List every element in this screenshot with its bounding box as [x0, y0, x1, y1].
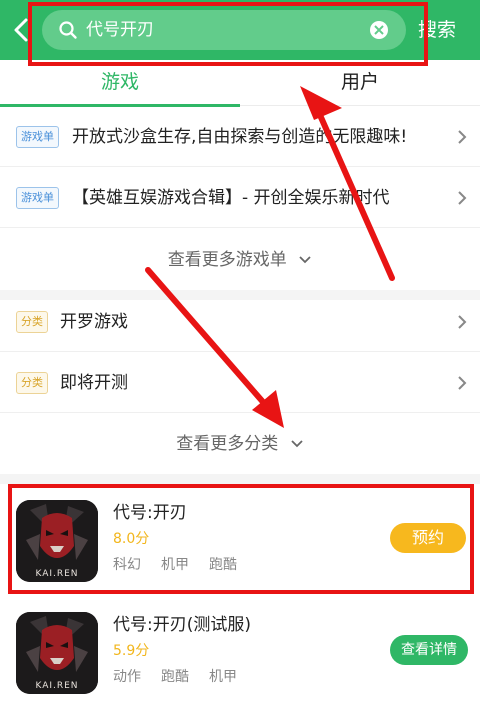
- more-categories-label: 查看更多分类: [176, 434, 279, 454]
- game-icon-wordmark: KAI.REN: [35, 569, 78, 579]
- game-tag: 跑酷: [161, 669, 189, 685]
- category-title: 即将开测: [60, 373, 128, 393]
- chevron-right-icon: [458, 315, 467, 329]
- game-tag: 动作: [113, 669, 141, 685]
- game-item[interactable]: KAI.REN 代号:开刃(测试服) 5.9分 动作 跑酷 机甲 查看详情: [0, 596, 480, 706]
- tab-users[interactable]: 用户: [240, 60, 480, 106]
- game-tag: 机甲: [161, 557, 189, 573]
- game-score: 5.9分: [113, 643, 150, 659]
- chevron-right-icon: [458, 130, 467, 144]
- search-icon: [59, 21, 77, 39]
- view-details-button[interactable]: 查看详情: [390, 635, 468, 665]
- top-bar: 代号开刃 搜索: [0, 0, 480, 60]
- playlist-item[interactable]: 游戏单 开放式沙盒生存,自由探索与创造的无限趣味!: [0, 107, 480, 167]
- playlist-title: 开放式沙盒生存,自由探索与创造的无限趣味!: [72, 127, 408, 147]
- game-tag: 科幻: [113, 557, 141, 573]
- reserve-button[interactable]: 预约: [390, 523, 466, 553]
- search-query: 代号开刃: [86, 20, 154, 40]
- category-item[interactable]: 分类 开罗游戏: [0, 292, 480, 352]
- search-button[interactable]: 搜索: [418, 0, 456, 60]
- chevron-down-icon: [299, 256, 311, 264]
- more-playlists-label: 查看更多游戏单: [167, 250, 287, 270]
- category-tag: 分类: [16, 372, 48, 394]
- clear-icon[interactable]: [370, 21, 388, 39]
- game-tags: 动作 跑酷 机甲: [113, 666, 257, 686]
- game-score: 8.0分: [113, 531, 150, 547]
- search-input[interactable]: 代号开刃: [42, 10, 406, 50]
- category-item[interactable]: 分类 即将开测: [0, 353, 480, 413]
- chevron-down-icon: [291, 440, 303, 448]
- game-item[interactable]: KAI.REN 代号:开刃 8.0分 科幻 机甲 跑酷 预约: [0, 484, 480, 594]
- game-name: 代号:开刃(测试服): [113, 615, 251, 635]
- game-tags: 科幻 机甲 跑酷: [113, 554, 257, 574]
- category-title: 开罗游戏: [60, 312, 128, 332]
- playlist-tag: 游戏单: [16, 126, 59, 148]
- game-icon-wordmark: KAI.REN: [35, 681, 78, 691]
- category-tag: 分类: [16, 311, 48, 333]
- playlist-title: 【英雄互娱游戏合辑】- 开创全娱乐新时代: [72, 188, 390, 208]
- playlist-tag: 游戏单: [16, 187, 59, 209]
- back-icon[interactable]: [8, 14, 34, 46]
- chevron-right-icon: [458, 191, 467, 205]
- playlist-item[interactable]: 游戏单 【英雄互娱游戏合辑】- 开创全娱乐新时代: [0, 168, 480, 228]
- section-divider: [0, 474, 480, 484]
- game-icon: KAI.REN: [16, 612, 98, 694]
- more-playlists-link[interactable]: 查看更多游戏单: [0, 230, 480, 290]
- result-tabs: 游戏 用户: [0, 60, 480, 107]
- tab-games[interactable]: 游戏: [0, 60, 240, 107]
- game-icon: KAI.REN: [16, 500, 98, 582]
- game-name: 代号:开刃: [113, 503, 187, 523]
- chevron-right-icon: [458, 376, 467, 390]
- game-tag: 跑酷: [209, 557, 237, 573]
- game-tag: 机甲: [209, 669, 237, 685]
- more-categories-link[interactable]: 查看更多分类: [0, 414, 480, 474]
